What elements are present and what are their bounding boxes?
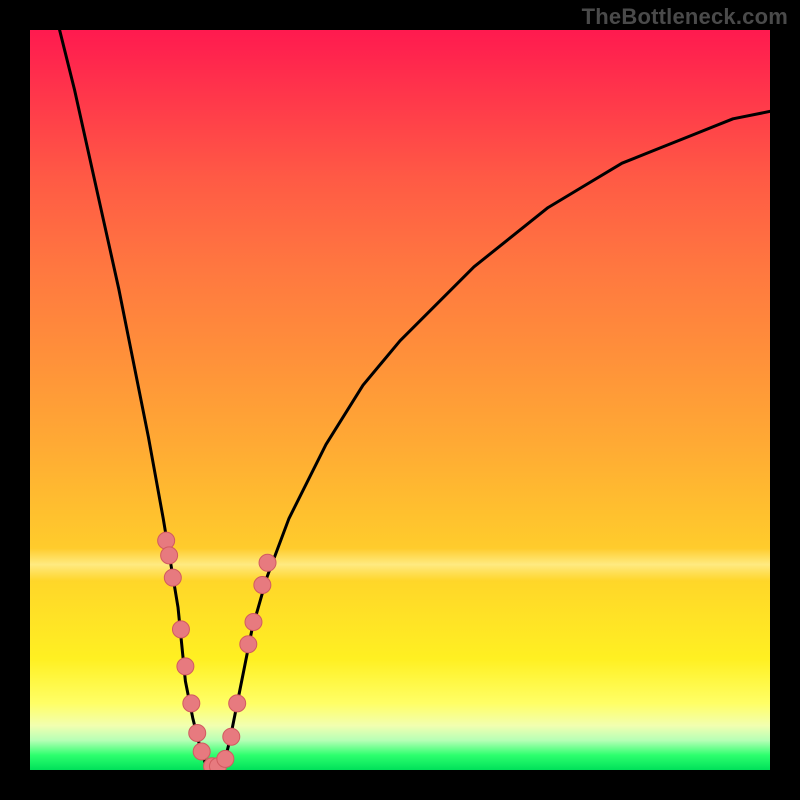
data-marker <box>229 695 246 712</box>
data-marker <box>223 728 240 745</box>
curve-right_curve <box>222 111 770 770</box>
data-marker <box>217 750 234 767</box>
data-marker <box>193 743 210 760</box>
plot-area <box>30 30 770 770</box>
chart-svg <box>30 30 770 770</box>
data-marker <box>240 636 257 653</box>
data-marker <box>254 577 271 594</box>
data-marker <box>189 725 206 742</box>
data-marker <box>259 554 276 571</box>
data-marker <box>172 621 189 638</box>
marker-group <box>158 532 276 770</box>
data-marker <box>164 569 181 586</box>
chart-frame: TheBottleneck.com <box>0 0 800 800</box>
data-marker <box>245 614 262 631</box>
data-marker <box>177 658 194 675</box>
series-group <box>60 30 770 770</box>
data-marker <box>183 695 200 712</box>
watermark-text: TheBottleneck.com <box>582 4 788 30</box>
data-marker <box>161 547 178 564</box>
data-marker <box>158 532 175 549</box>
